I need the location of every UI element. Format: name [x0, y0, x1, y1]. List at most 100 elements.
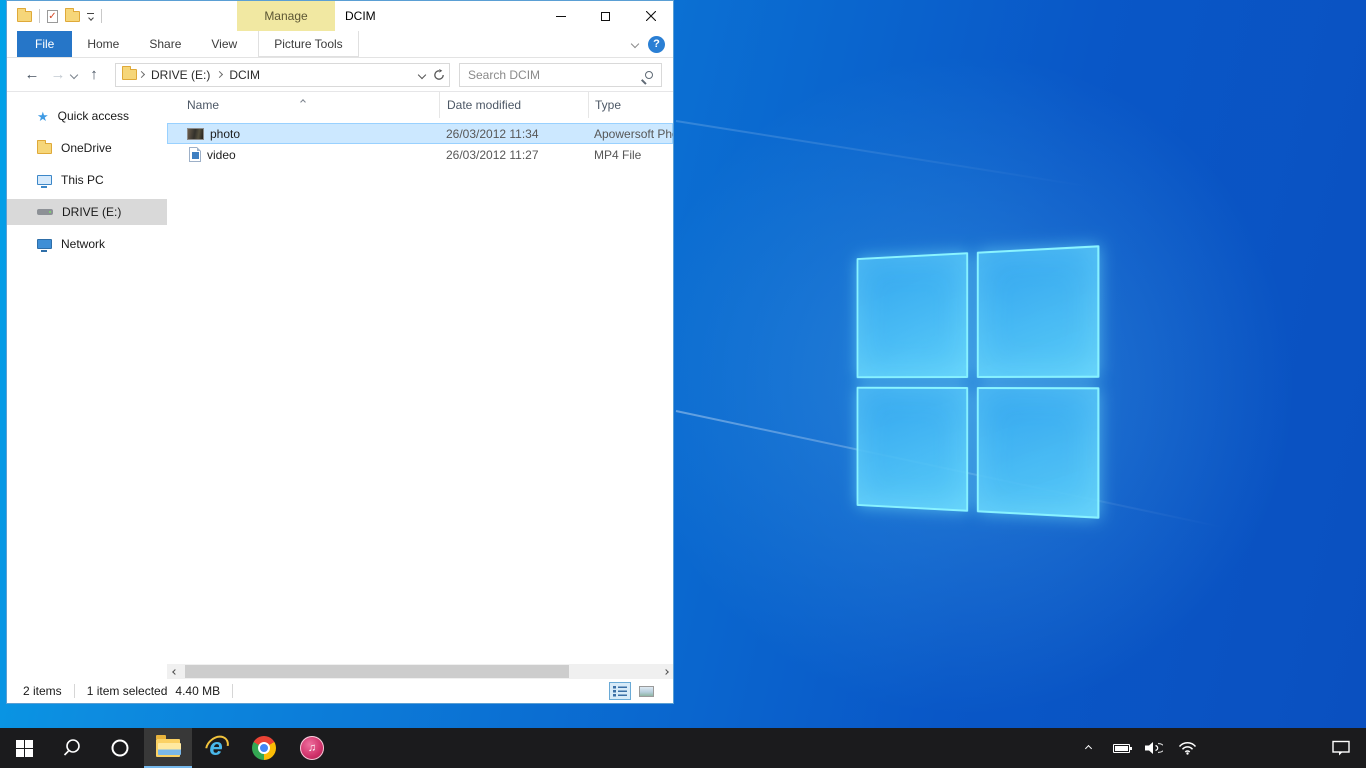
window-title: DCIM: [345, 1, 376, 31]
file-row-photo[interactable]: photo 26/03/2012 11:34 Apowersoft Pho: [167, 123, 673, 144]
wifi-icon[interactable]: [1176, 741, 1198, 755]
system-tray: [1077, 728, 1366, 768]
expand-ribbon-icon[interactable]: [631, 40, 639, 48]
sidebar-item-label: Network: [61, 237, 105, 251]
thumbnail-view-button[interactable]: [635, 682, 657, 700]
address-dropdown-icon[interactable]: [418, 70, 426, 78]
windows-logo-pane: [857, 252, 968, 377]
file-list-pane[interactable]: Name Date modified Type photo 26/03/2012…: [167, 92, 673, 679]
minimize-button[interactable]: [538, 1, 583, 31]
selection-size: 4.40 MB: [175, 684, 220, 698]
drive-icon: [37, 209, 53, 215]
file-name-cell: photo: [167, 127, 439, 141]
battery-icon[interactable]: [1110, 744, 1132, 753]
file-type-cell: MP4 File: [588, 148, 673, 162]
address-bar-controls: [419, 69, 445, 81]
itunes-icon: ♫: [300, 736, 324, 760]
cortana-button[interactable]: [96, 728, 144, 768]
tab-home[interactable]: Home: [72, 31, 134, 57]
status-bar: 2 items 1 item selected 4.40 MB: [7, 679, 673, 703]
horizontal-scrollbar[interactable]: [167, 664, 673, 679]
search-box: [459, 63, 662, 87]
details-view-icon: [613, 685, 627, 697]
title-bar: ✓ Manage DCIM: [7, 1, 673, 31]
column-header-name[interactable]: Name: [167, 92, 439, 118]
taskbar-search-button[interactable]: [48, 728, 96, 768]
scroll-left-icon[interactable]: [167, 664, 182, 679]
search-icon[interactable]: [645, 71, 653, 79]
up-button[interactable]: ↑: [81, 66, 107, 83]
new-folder-icon[interactable]: [65, 11, 80, 22]
view-toggles: [609, 682, 657, 700]
divider: [232, 684, 233, 698]
onedrive-icon: [37, 143, 52, 154]
explorer-content: ★ Quick access OneDrive This PC DRIVE (E…: [7, 92, 673, 679]
tab-share[interactable]: Share: [134, 31, 196, 57]
recent-locations-icon[interactable]: [70, 70, 78, 78]
taskbar-file-explorer-button[interactable]: [144, 728, 192, 768]
divider: [101, 9, 102, 23]
windows-logo: [857, 245, 1100, 519]
file-row-video[interactable]: video 26/03/2012 11:27 MP4 File: [167, 144, 673, 165]
divider: [74, 684, 75, 698]
internet-explorer-icon: e: [203, 735, 229, 761]
ribbon-tabs: File Home Share View Picture Tools ?: [7, 31, 673, 58]
customize-toolbar-icon[interactable]: [87, 13, 94, 20]
maximize-button[interactable]: [583, 1, 628, 31]
back-button[interactable]: ←: [19, 66, 45, 83]
refresh-icon[interactable]: [433, 69, 445, 81]
manage-contextual-tab[interactable]: Manage: [237, 1, 335, 31]
help-icon[interactable]: ?: [648, 36, 665, 53]
details-view-button[interactable]: [609, 682, 631, 700]
navigation-pane: ★ Quick access OneDrive This PC DRIVE (E…: [7, 92, 167, 679]
column-header-date-modified[interactable]: Date modified: [439, 92, 588, 118]
scrollbar-thumb[interactable]: [185, 665, 569, 678]
file-rows: photo 26/03/2012 11:34 Apowersoft Pho vi…: [167, 123, 673, 165]
close-button[interactable]: [628, 1, 673, 31]
close-icon: [646, 11, 656, 21]
divider: [39, 9, 40, 23]
navigation-bar: ← → ↑ DRIVE (E:) DCIM: [7, 58, 673, 92]
search-icon: [62, 738, 82, 758]
start-button[interactable]: [0, 728, 48, 768]
breadcrumb-folder[interactable]: DCIM: [224, 68, 265, 82]
thumbnail-view-icon: [639, 686, 654, 697]
scroll-right-icon[interactable]: [658, 664, 673, 679]
taskbar: e ♫: [0, 728, 1366, 768]
column-header-type[interactable]: Type: [588, 92, 673, 118]
sidebar-item-label: This PC: [61, 173, 104, 187]
items-count: 2 items: [23, 684, 62, 698]
selection-count: 1 item selected: [87, 684, 168, 698]
sidebar-item-onedrive[interactable]: OneDrive: [7, 135, 167, 161]
file-type-cell: Apowersoft Pho: [588, 127, 673, 141]
breadcrumb-chevron-icon[interactable]: [138, 71, 145, 78]
breadcrumb-chevron-icon[interactable]: [216, 71, 223, 78]
taskbar-internet-explorer-button[interactable]: e: [192, 728, 240, 768]
volume-icon[interactable]: [1143, 741, 1165, 755]
file-explorer-icon: [156, 739, 180, 757]
sidebar-item-quick-access[interactable]: ★ Quick access: [7, 103, 167, 129]
properties-icon[interactable]: ✓: [47, 10, 58, 23]
tab-view[interactable]: View: [196, 31, 252, 57]
forward-button[interactable]: →: [45, 66, 71, 83]
search-input[interactable]: [468, 68, 645, 82]
sidebar-item-drive-e[interactable]: DRIVE (E:): [7, 199, 167, 225]
tab-file[interactable]: File: [17, 31, 72, 57]
sidebar-item-label: Quick access: [58, 109, 129, 123]
taskbar-chrome-button[interactable]: [240, 728, 288, 768]
address-bar[interactable]: DRIVE (E:) DCIM: [115, 63, 450, 87]
sidebar-item-label: DRIVE (E:): [62, 205, 121, 219]
photo-thumbnail-icon: [187, 128, 204, 140]
file-modified-cell: 26/03/2012 11:34: [439, 127, 588, 141]
sidebar-item-this-pc[interactable]: This PC: [7, 167, 167, 193]
tab-picture-tools[interactable]: Picture Tools: [258, 31, 358, 57]
windows-start-icon: [16, 740, 33, 757]
explorer-window-icon: [17, 11, 32, 22]
tray-expand-icon[interactable]: [1077, 746, 1099, 751]
action-center-icon[interactable]: [1330, 740, 1352, 756]
breadcrumb-drive[interactable]: DRIVE (E:): [146, 68, 215, 82]
location-folder-icon: [122, 69, 137, 80]
sidebar-item-network[interactable]: Network: [7, 231, 167, 257]
column-headers: Name Date modified Type: [167, 92, 673, 118]
taskbar-itunes-button[interactable]: ♫: [288, 728, 336, 768]
